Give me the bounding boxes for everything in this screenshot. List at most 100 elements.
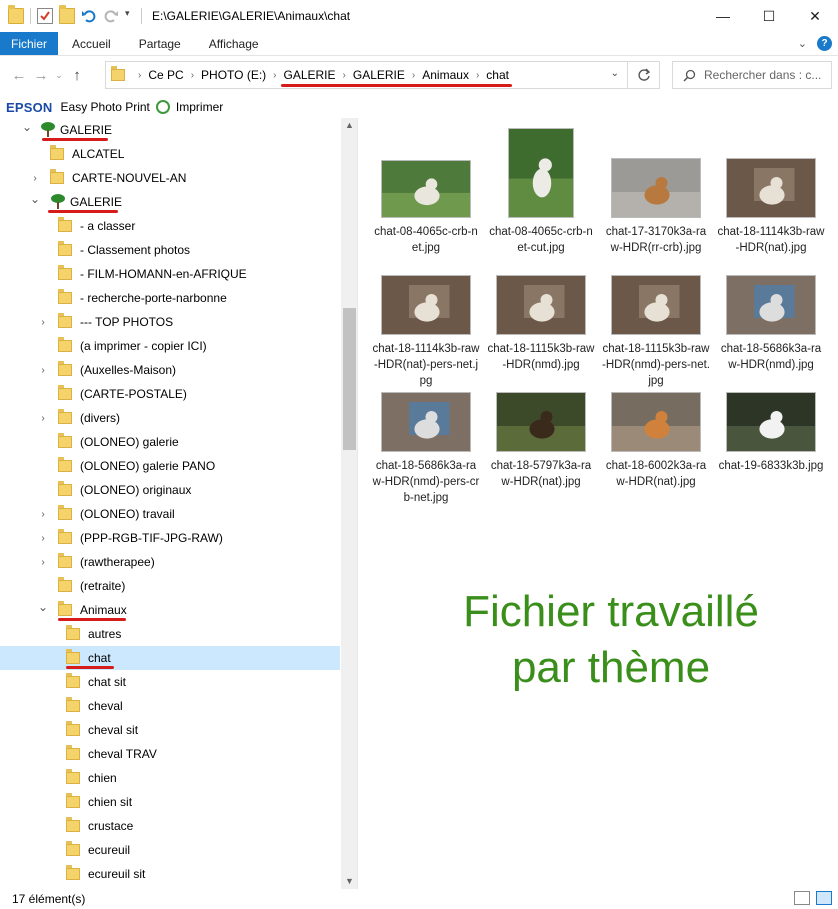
tree-item[interactable]: (OLONEO) originaux	[0, 478, 340, 502]
close-button[interactable]: ✕	[792, 0, 838, 32]
file-item[interactable]: chat-17-3170k3a-raw-HDR(rr-crb).jpg	[602, 158, 710, 256]
easy-photo-print-button[interactable]: Easy Photo Print	[61, 100, 150, 114]
tree-item[interactable]: (a imprimer - copier ICI)	[0, 334, 340, 358]
chevron-right-icon[interactable]: ›	[38, 413, 48, 424]
tree-item[interactable]: › (Auxelles-Maison)	[0, 358, 340, 382]
tree-item[interactable]: › (OLONEO) travail	[0, 502, 340, 526]
tree-item[interactable]: chat sit	[0, 670, 340, 694]
up-icon[interactable]: ↑	[66, 67, 88, 84]
file-item[interactable]: chat-18-1114k3b-raw-HDR(nat).jpg	[717, 158, 825, 256]
properties-icon[interactable]	[37, 8, 53, 24]
scrollbar-thumb[interactable]	[343, 308, 356, 450]
tree-item[interactable]: › (PPP-RGB-TIF-JPG-RAW)	[0, 526, 340, 550]
help-icon[interactable]: ?	[817, 36, 832, 51]
chevron-right-icon[interactable]: ›	[38, 509, 48, 520]
tree-item[interactable]: cheval	[0, 694, 340, 718]
minimize-button[interactable]: —	[700, 0, 746, 32]
maximize-button[interactable]: ☐	[746, 0, 792, 32]
file-item[interactable]: chat-18-1114k3b-raw-HDR(nat)-pers-net.jp…	[372, 275, 480, 389]
chevron-right-icon[interactable]: ›	[30, 173, 40, 184]
tree-item[interactable]: › CARTE-NOUVEL-AN	[0, 166, 340, 190]
tree-item[interactable]: autres	[0, 622, 340, 646]
tree-item[interactable]: - recherche-porte-narbonne	[0, 286, 340, 310]
redo-icon[interactable]	[103, 8, 119, 24]
tree-item[interactable]: › --- TOP PHOTOS	[0, 310, 340, 334]
breadcrumb-animaux[interactable]: Animaux	[422, 68, 469, 82]
file-item[interactable]: chat-18-1115k3b-raw-HDR(nmd).jpg	[487, 275, 595, 373]
tree-item[interactable]: ecureuil	[0, 838, 340, 862]
print-button[interactable]: Imprimer	[176, 100, 223, 114]
tree-scrollbar[interactable]: ▲ ▼	[341, 118, 357, 889]
new-folder-icon[interactable]	[59, 5, 75, 24]
tree-item-label: chien sit	[88, 795, 133, 809]
search-box[interactable]	[672, 61, 832, 89]
chevron-right-icon[interactable]: ›	[38, 557, 48, 568]
customize-qat-icon[interactable]: ▾	[125, 8, 135, 24]
scroll-up-icon[interactable]: ▲	[345, 120, 354, 130]
tree-item[interactable]: (CARTE-POSTALE)	[0, 382, 340, 406]
tab-partage[interactable]: Partage	[125, 32, 195, 55]
tree-item[interactable]: - Classement photos	[0, 238, 340, 262]
breadcrumb-separator-icon[interactable]: ›	[273, 70, 276, 81]
tree-item[interactable]: (OLONEO) galerie	[0, 430, 340, 454]
tree-item-label: chat sit	[88, 675, 127, 689]
file-item[interactable]: chat-18-5686k3a-raw-HDR(nmd).jpg	[717, 275, 825, 373]
tree-item[interactable]: chat	[0, 646, 340, 670]
folder-icon	[58, 385, 72, 400]
file-item[interactable]: chat-18-5797k3a-raw-HDR(nat).jpg	[487, 392, 595, 490]
tree-item[interactable]: - a classer	[0, 214, 340, 238]
tree-item[interactable]: › (rawtherapee)	[0, 550, 340, 574]
tree-item-label: chat	[88, 651, 111, 665]
chevron-right-icon[interactable]: ›	[38, 317, 48, 328]
file-item[interactable]: chat-18-6002k3a-raw-HDR(nat).jpg	[602, 392, 710, 490]
scroll-down-icon[interactable]: ▼	[345, 876, 354, 886]
tree-item[interactable]: ALCATEL	[0, 142, 340, 166]
breadcrumb-chat[interactable]: chat	[486, 68, 509, 82]
tree-item[interactable]: › (divers)	[0, 406, 340, 430]
tab-fichier[interactable]: Fichier	[0, 32, 59, 55]
tree-item[interactable]: cheval sit	[0, 718, 340, 742]
breadcrumb-separator-icon[interactable]: ›	[412, 70, 415, 81]
breadcrumb-separator-icon[interactable]: ›	[343, 70, 346, 81]
chevron-down-icon[interactable]: ⌄	[30, 192, 40, 206]
chevron-down-icon[interactable]: ⌄	[38, 600, 48, 614]
chevron-right-icon[interactable]: ›	[38, 533, 48, 544]
thumbnail-image	[381, 160, 471, 218]
breadcrumb-photo-drive[interactable]: PHOTO (E:)	[201, 68, 266, 82]
undo-icon[interactable]	[81, 8, 97, 24]
tree-item[interactable]: (retraite)	[0, 574, 340, 598]
large-icons-view-icon[interactable]	[816, 891, 832, 905]
chevron-down-icon[interactable]: ⌄	[22, 120, 32, 134]
tab-affichage[interactable]: Affichage	[195, 32, 273, 55]
tree-item[interactable]: ecureuil sit	[0, 862, 340, 886]
file-item[interactable]: chat-08-4065c-crb-net.jpg	[372, 160, 480, 256]
folder-icon	[58, 313, 72, 328]
address-dropdown-icon[interactable]: ⌄	[611, 68, 619, 79]
tree-item[interactable]: (OLONEO) galerie PANO	[0, 454, 340, 478]
tab-accueil[interactable]: Accueil	[58, 32, 125, 55]
tree-item[interactable]: cheval TRAV	[0, 742, 340, 766]
breadcrumb-ce-pc[interactable]: Ce PC	[148, 68, 183, 82]
file-item[interactable]: chat-18-5686k3a-raw-HDR(nmd)-pers-crb-ne…	[372, 392, 480, 506]
breadcrumb-galerie[interactable]: GALERIE	[284, 68, 336, 82]
refresh-button[interactable]	[628, 61, 660, 89]
file-item[interactable]: chat-08-4065c-crb-net-cut.jpg	[487, 128, 595, 256]
back-icon[interactable]: ←	[8, 67, 30, 84]
breadcrumb-separator-icon[interactable]: ›	[476, 70, 479, 81]
details-view-icon[interactable]	[794, 891, 810, 905]
breadcrumb-separator-icon[interactable]: ›	[138, 70, 141, 81]
search-input[interactable]	[704, 68, 822, 82]
chevron-right-icon[interactable]: ›	[38, 365, 48, 376]
breadcrumb-galerie-2[interactable]: GALERIE	[353, 68, 405, 82]
tree-item[interactable]: ⌄ Animaux	[0, 598, 340, 622]
tree-item[interactable]: chien	[0, 766, 340, 790]
recent-locations-icon[interactable]: ⌄	[52, 70, 66, 81]
tree-item[interactable]: crustace	[0, 814, 340, 838]
tree-item[interactable]: chien sit	[0, 790, 340, 814]
file-item[interactable]: chat-18-1115k3b-raw-HDR(nmd)-pers-net.jp…	[602, 275, 710, 389]
expand-ribbon-icon[interactable]: ⌄	[798, 37, 807, 50]
tree-item[interactable]: - FILM-HOMANN-en-AFRIQUE	[0, 262, 340, 286]
file-item[interactable]: chat-19-6833k3b.jpg	[717, 392, 825, 474]
breadcrumb-separator-icon[interactable]: ›	[191, 70, 194, 81]
forward-icon[interactable]: →	[30, 67, 52, 84]
